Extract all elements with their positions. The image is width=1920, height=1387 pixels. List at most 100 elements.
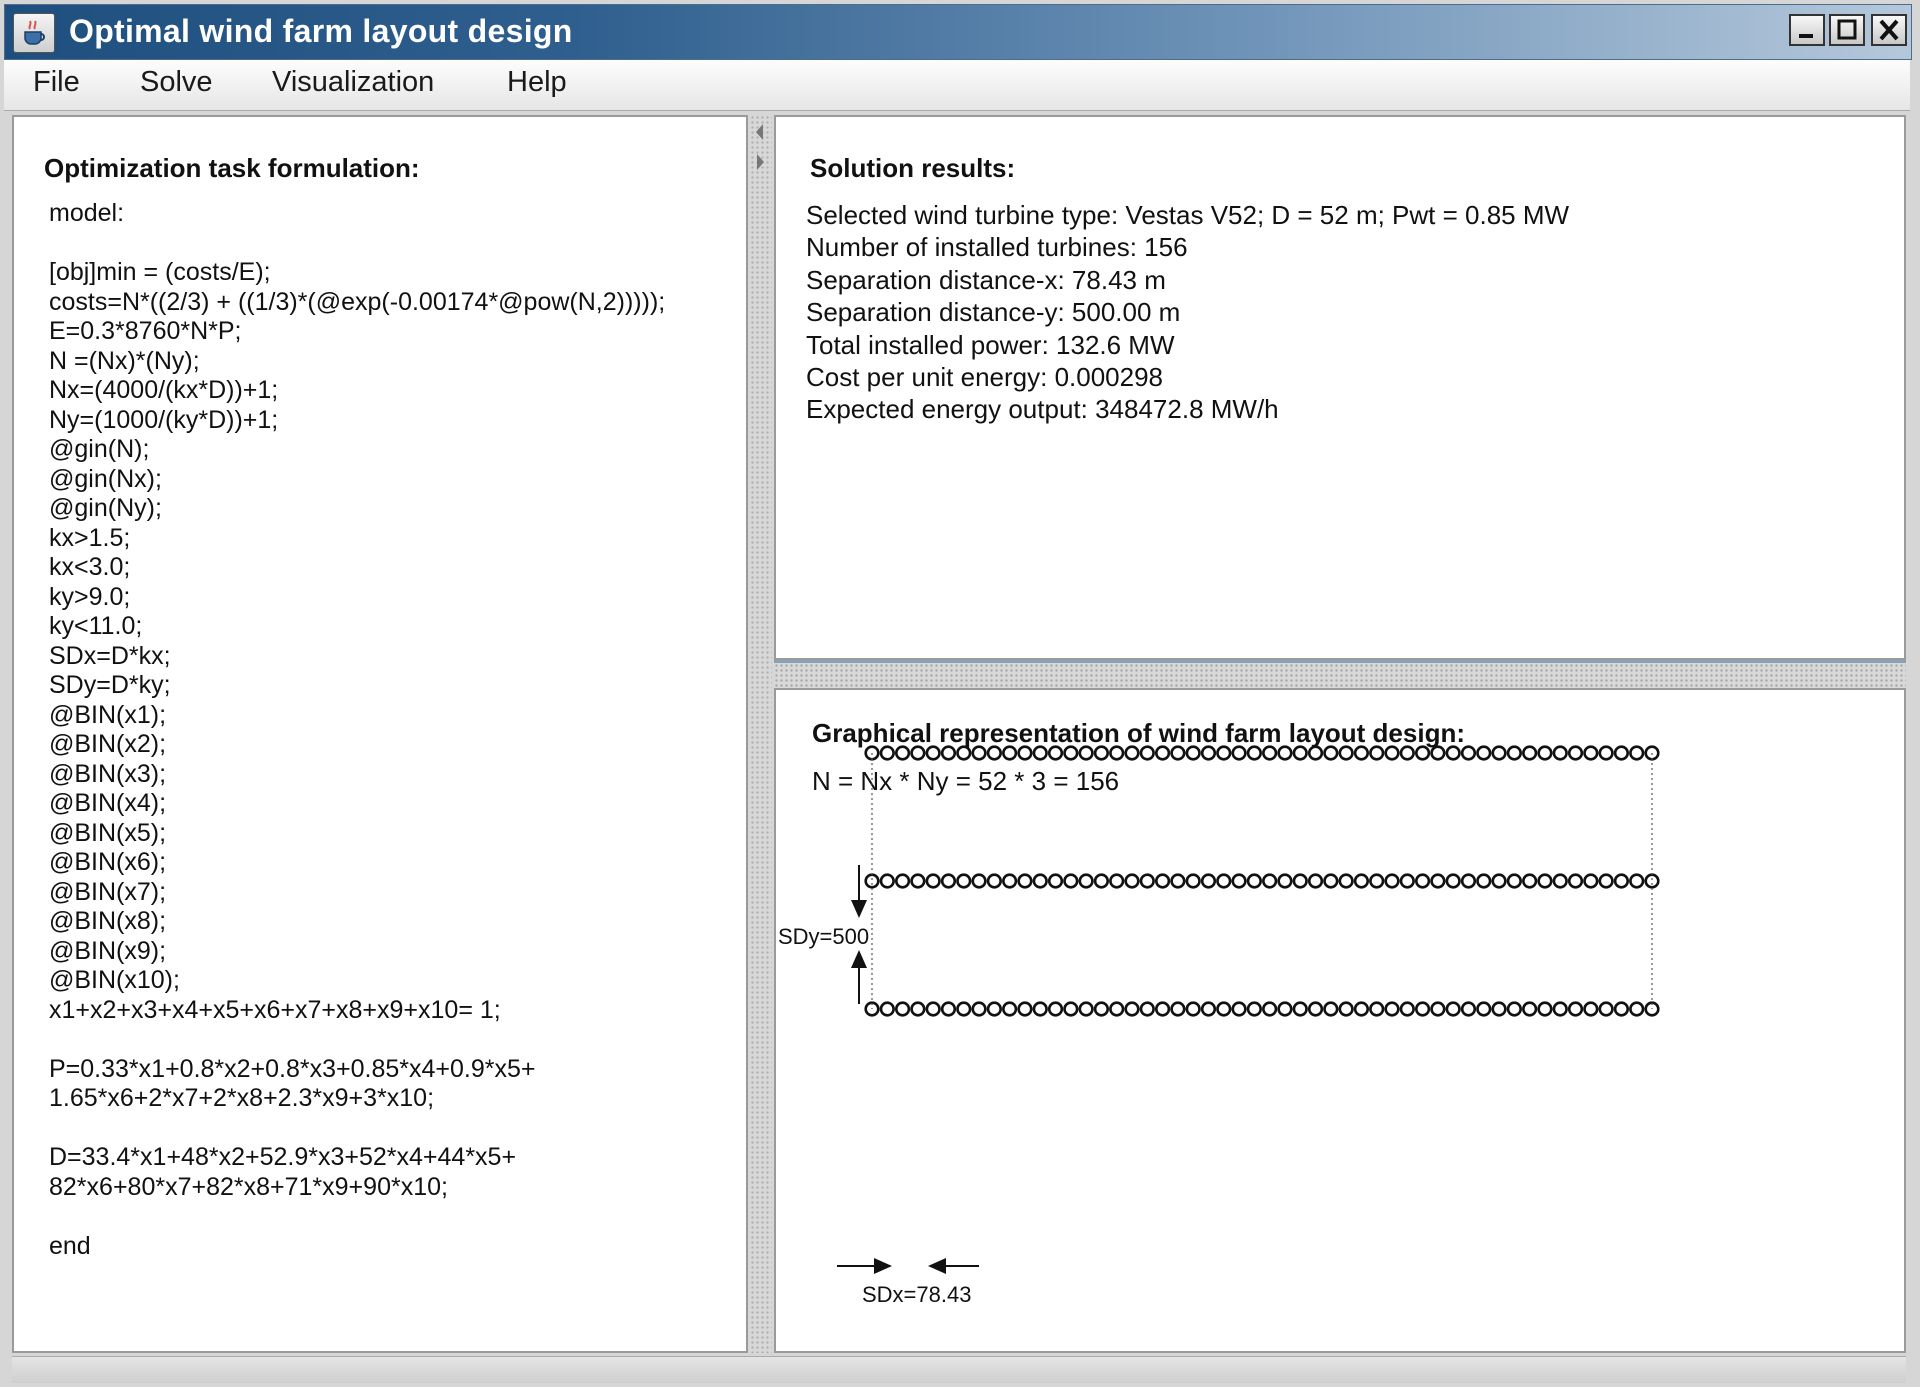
turbine-marker — [1124, 873, 1140, 889]
turbine-marker — [1002, 745, 1018, 761]
application-window: Optimal wind farm layout design File Sol… — [0, 0, 1920, 1387]
turbine-marker — [1567, 745, 1584, 761]
turbine-marker — [1093, 873, 1110, 889]
formulation-line: @BIN(x8); — [49, 907, 167, 935]
formulation-line: kx>1.5; — [49, 523, 131, 552]
turbine-marker — [1216, 745, 1232, 761]
turbine-marker — [1139, 745, 1155, 761]
turbine-marker — [1613, 745, 1630, 761]
result-line: Expected energy output: 348472.8 MW/h — [806, 394, 1279, 425]
turbine-marker — [879, 745, 895, 761]
formulation-line: model: — [49, 199, 125, 227]
turbine-marker — [879, 1001, 895, 1017]
turbine-marker — [1277, 873, 1293, 889]
formulation-line — [49, 1025, 665, 1055]
vertical-splitter[interactable] — [750, 115, 772, 1353]
turbine-marker — [971, 1001, 987, 1017]
formulation-line: @BIN(x4); — [49, 789, 167, 817]
turbine-marker — [1522, 745, 1538, 761]
turbine-rows — [864, 745, 1660, 1017]
turbine-marker — [1170, 873, 1186, 889]
results-heading: Solution results: — [810, 153, 1016, 183]
result-line: Separation distance-x: 78.43 m — [806, 264, 1166, 295]
status-strip — [12, 1356, 1906, 1383]
turbine-marker — [925, 1001, 941, 1017]
maximize-icon — [1837, 19, 1857, 40]
layout-diagram: SDy=500 SDx=78.43 — [778, 745, 1660, 1307]
turbine-marker — [1353, 745, 1370, 761]
menu-file[interactable]: File — [33, 66, 80, 99]
formulation-line: @gin(N); — [49, 435, 150, 463]
formulation-line: 1.65*x6+2*x7+2*x8+2.3*x9+3*x10; — [49, 1084, 435, 1112]
turbine-marker — [986, 1001, 1002, 1017]
formulation-text[interactable]: model: [obj]min = (costs/E); costs=N*((2/3… — [49, 199, 665, 1261]
formulation-line: x1+x2+x3+x4+x5+x6+x7+x8+x9+x10= 1; — [49, 995, 501, 1024]
formulation-line: costs=N*((2/3) + ((1/3)*(@exp(-0.00174*@… — [49, 287, 666, 316]
turbine-marker — [1476, 873, 1492, 889]
turbine-marker — [1476, 1001, 1492, 1017]
formulation-line: ky>9.0; — [49, 582, 131, 611]
results-panel: Solution results: Selected wind turbine … — [774, 115, 1906, 660]
turbine-marker — [1063, 745, 1079, 761]
close-button[interactable] — [1871, 14, 1907, 46]
turbine-marker — [1629, 873, 1645, 889]
turbine-marker — [940, 873, 957, 889]
turbine-marker — [1537, 745, 1553, 761]
turbine-marker — [1537, 873, 1553, 889]
turbine-marker — [1338, 873, 1354, 889]
turbine-marker — [1430, 873, 1446, 889]
turbine-marker — [1154, 1001, 1171, 1017]
turbine-marker — [1231, 1001, 1247, 1017]
minimize-button[interactable] — [1789, 14, 1825, 46]
turbine-marker — [1017, 745, 1033, 761]
turbine-marker — [910, 745, 926, 761]
turbine-marker — [1399, 745, 1415, 761]
turbine-marker — [1216, 873, 1232, 889]
horizontal-splitter[interactable] — [774, 660, 1906, 688]
turbine-marker — [1414, 745, 1431, 761]
turbine-marker — [1109, 873, 1125, 889]
turbine-marker — [1353, 1001, 1370, 1017]
turbine-marker — [1200, 745, 1217, 761]
turbine-marker — [1323, 745, 1339, 761]
result-line: Total installed power: 132.6 MW — [806, 329, 1175, 360]
turbine-marker — [910, 1001, 926, 1017]
turbine-marker — [1506, 873, 1522, 889]
turbine-marker — [1338, 745, 1354, 761]
formulation-line: kx<3.0; — [49, 553, 131, 581]
turbine-marker — [1430, 1001, 1446, 1017]
maximize-button[interactable] — [1829, 14, 1865, 46]
turbine-marker — [1047, 745, 1064, 761]
formulation-line: @BIN(x3); — [49, 759, 167, 788]
turbine-marker — [1307, 873, 1324, 889]
graph-panel: Graphical representation of wind farm la… — [774, 688, 1906, 1353]
formulation-line: P=0.33*x1+0.8*x2+0.8*x3+0.85*x4+0.9*x5+ — [49, 1054, 536, 1083]
turbine-marker — [1583, 745, 1599, 761]
turbine-marker — [1567, 873, 1584, 889]
menu-solve[interactable]: Solve — [140, 66, 213, 99]
turbine-marker — [1154, 873, 1171, 889]
turbine-marker — [894, 1001, 911, 1017]
turbine-marker — [1522, 1001, 1538, 1017]
menu-help[interactable]: Help — [507, 66, 567, 99]
title-bar[interactable]: Optimal wind farm layout design — [4, 4, 1912, 60]
turbine-marker — [1491, 1001, 1507, 1017]
turbine-marker — [1583, 1001, 1599, 1017]
minimize-icon — [1799, 34, 1813, 38]
turbine-marker — [956, 745, 972, 761]
turbine-marker — [1170, 745, 1186, 761]
turbine-marker — [1460, 745, 1477, 761]
splitter-arrows[interactable] — [752, 118, 770, 176]
formulation-line: E=0.3*8760*N*P; — [49, 317, 242, 345]
turbine-marker — [1017, 1001, 1033, 1017]
formulation-line: ky<11.0; — [49, 612, 143, 640]
turbine-marker — [1323, 1001, 1339, 1017]
turbine-marker — [1154, 745, 1171, 761]
result-line: Cost per unit energy: 0.000298 — [806, 361, 1164, 392]
turbine-marker — [1522, 873, 1538, 889]
turbine-marker — [894, 873, 911, 889]
turbine-marker — [1307, 1001, 1324, 1017]
turbine-marker — [1093, 1001, 1110, 1017]
menu-visualization[interactable]: Visualization — [272, 66, 434, 99]
turbine-marker — [1460, 873, 1477, 889]
